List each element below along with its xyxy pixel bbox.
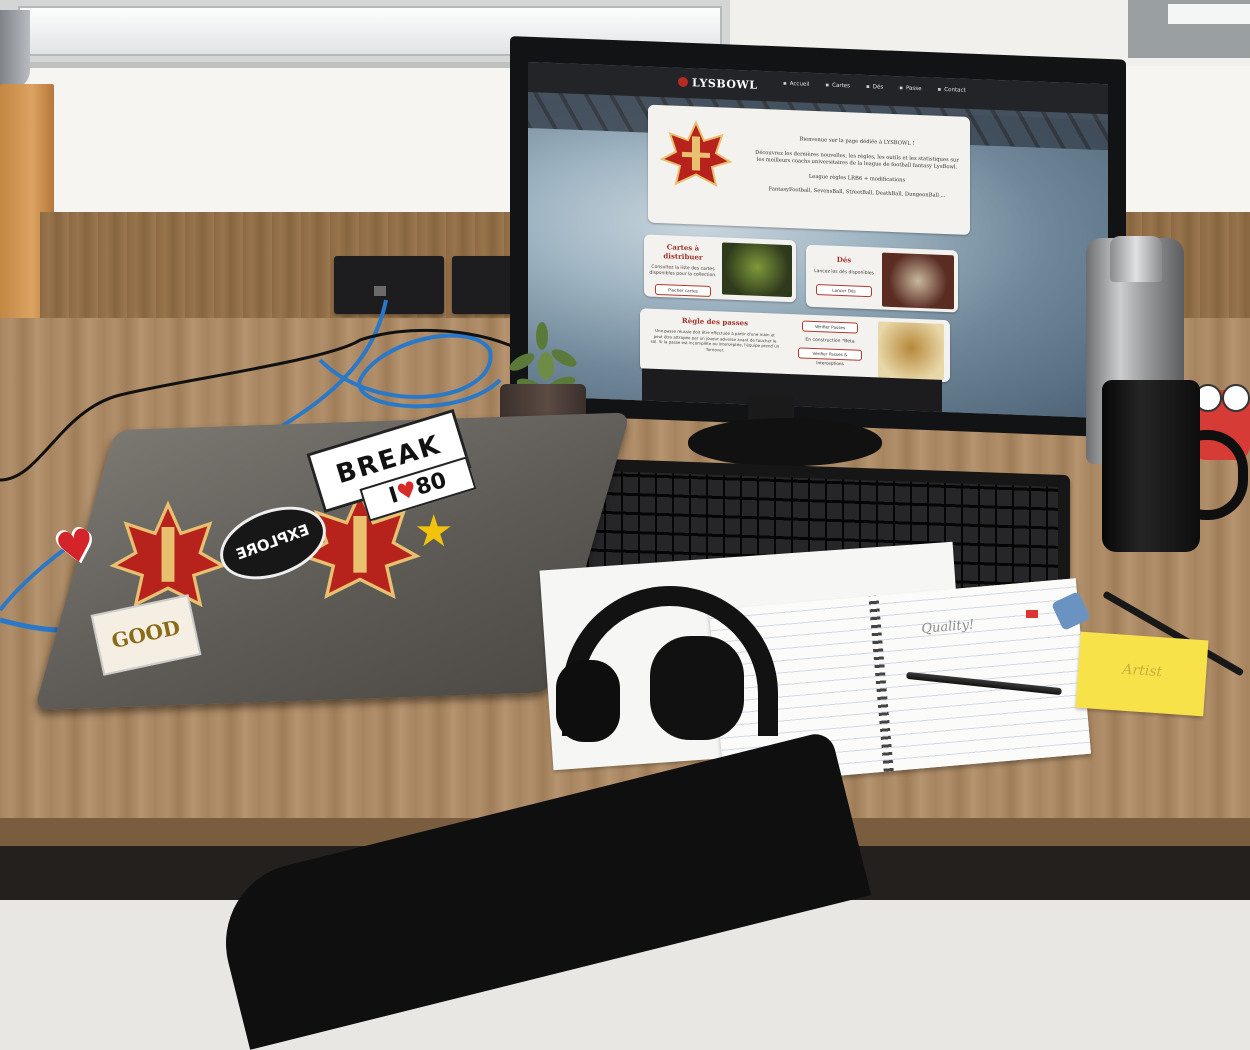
star-sticker: ★	[414, 506, 454, 557]
check-passes-button[interactable]: Vérifier Passes	[802, 320, 858, 334]
monitor-stand-base	[688, 418, 882, 466]
headphones-right-cup	[650, 636, 744, 740]
cards-panel: Cartes à distribuer Consultez la liste d…	[644, 234, 796, 303]
brand-name: LYSBOWL	[692, 76, 758, 92]
passes-title: Règle des passes	[681, 315, 749, 328]
skull-dice-image	[882, 252, 954, 310]
goblin-player-image	[878, 321, 944, 380]
goblin-card-image	[722, 242, 792, 298]
cards-text: Consultez la liste des cartes disponible…	[649, 264, 717, 279]
welcome-title: Bienvenue sur la page dédiée à LYSBOWL !	[799, 136, 915, 147]
nav-contact[interactable]: Contact	[938, 87, 965, 94]
dice-panel: Dés Lancez les dés disponibles Lancer Dé…	[806, 244, 958, 313]
fleur-de-lys-sticker-icon	[109, 500, 227, 608]
dice-title: Dés	[836, 254, 852, 265]
check-interceptions-button[interactable]: Vérifier Passes & Interceptions	[798, 347, 862, 366]
sticky-note: Artist	[1075, 631, 1209, 717]
nav-passe[interactable]: Passe	[899, 85, 922, 93]
i80-text: 80	[412, 468, 450, 501]
red-marker-tab	[1026, 610, 1038, 618]
nav-accueil[interactable]: Accueil	[783, 81, 810, 88]
fleur-de-lys-logo-icon	[659, 119, 733, 188]
headphones-left-cup	[556, 660, 620, 742]
welcome-card: Bienvenue sur la page dédiée à LYSBOWL !…	[648, 104, 970, 235]
monitor-screen: LYSBOWL Accueil Cartes Dés Passe Contact…	[528, 62, 1108, 419]
dice-text: Lancez les dés disponibles	[814, 268, 874, 277]
cards-title: Cartes à distribuer	[663, 242, 703, 262]
site-logo[interactable]: LYSBOWL	[678, 76, 758, 92]
nav-links: Accueil Cartes Dés Passe Contact	[783, 81, 966, 94]
nav-des[interactable]: Dés	[866, 84, 883, 90]
beta-note: En construction *Beta	[805, 337, 855, 345]
black-mug	[1102, 380, 1200, 552]
welcome-description: Découvrez les dernières nouvelles, les r…	[755, 149, 959, 171]
fleur-icon	[678, 76, 688, 88]
draw-cards-button[interactable]: Piocher cartes	[655, 283, 711, 298]
welcome-modes: FantasyFootball, SevensBall, StreetBall,…	[768, 186, 946, 200]
roll-dice-button[interactable]: Lancer Dés	[816, 284, 872, 298]
welcome-rules: League règles LRB6 + modifications	[808, 173, 906, 183]
passes-text: Une passe réussie doit être effectuée à …	[650, 327, 780, 353]
nav-cartes[interactable]: Cartes	[825, 82, 850, 90]
